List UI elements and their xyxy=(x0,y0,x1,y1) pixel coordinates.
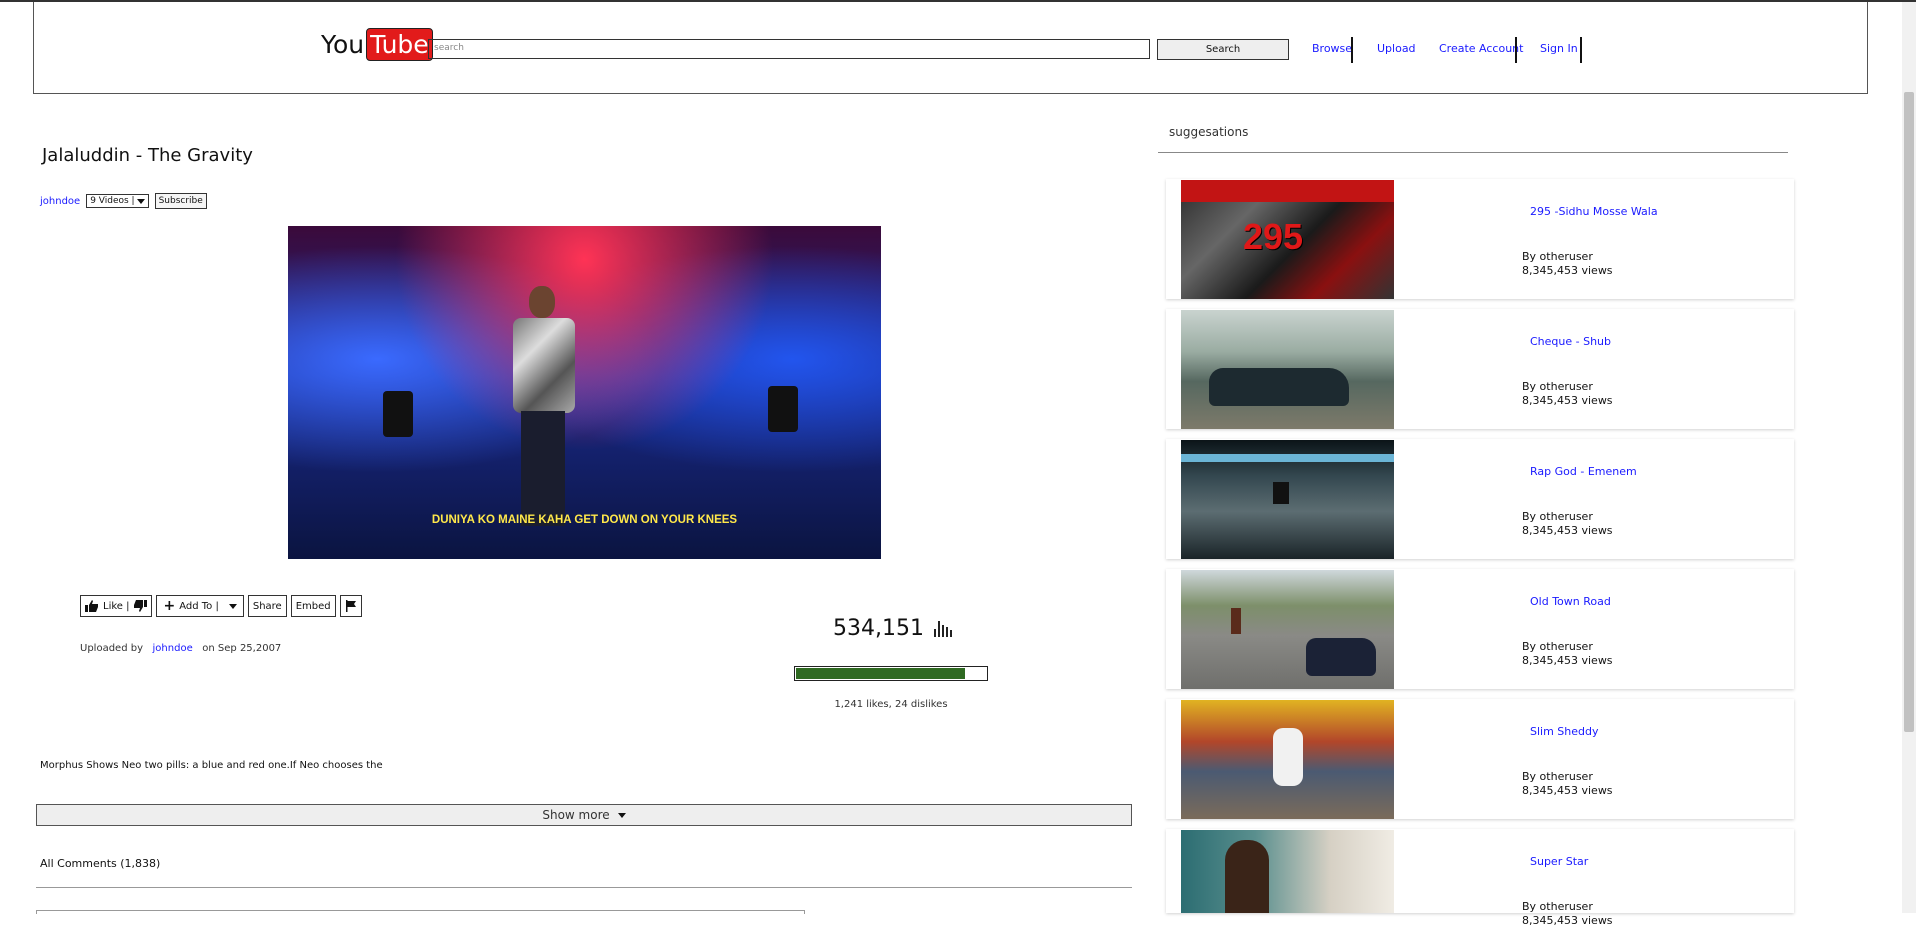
like-ratio-bar xyxy=(794,666,988,681)
suggestion-title-link[interactable]: Old Town Road xyxy=(1530,595,1611,608)
thumbs-up-icon xyxy=(85,600,98,612)
suggestion-author: By otheruser xyxy=(1522,900,1593,913)
page-scrollbar[interactable] xyxy=(1902,2,1916,913)
suggestion-meta: By otheruser 8,345,453 views xyxy=(1522,250,1613,278)
plus-icon: + xyxy=(163,598,176,614)
logo-you-text: You xyxy=(321,30,365,59)
suggestion-author: By otheruser xyxy=(1522,250,1593,263)
divider xyxy=(1158,152,1788,153)
suggestion-meta: By otheruser 8,345,453 views xyxy=(1522,900,1613,928)
suggestion-views: 8,345,453 views xyxy=(1522,914,1613,927)
site-header: You Tube search Search Browse Upload Cre… xyxy=(33,2,1868,94)
suggestion-meta: By otheruser 8,345,453 views xyxy=(1522,770,1613,798)
video-description: Morphus Shows Neo two pills: a blue and … xyxy=(40,760,383,771)
suggestion-title-link[interactable]: Slim Sheddy xyxy=(1530,725,1599,738)
chevron-down-icon[interactable] xyxy=(228,603,237,609)
video-subtitle: DUNIYA KO MAINE KAHA GET DOWN ON YOUR KN… xyxy=(431,514,738,526)
nav-browse[interactable]: Browse xyxy=(1312,42,1352,55)
divider xyxy=(36,887,1132,888)
suggestion-item[interactable]: Slim Sheddy By otheruser 8,345,453 views xyxy=(1166,699,1794,819)
uploaded-by-label: Uploaded by xyxy=(80,643,143,654)
suggestion-author: By otheruser xyxy=(1522,380,1593,393)
uploader-link[interactable]: johndoe xyxy=(153,643,193,654)
nav-separator xyxy=(1351,37,1353,63)
nav-separator xyxy=(1515,37,1517,63)
suggestion-title-link[interactable]: Cheque - Shub xyxy=(1530,335,1611,348)
video-actions: Like | + Add To | Share Embed xyxy=(80,595,362,617)
suggestion-title-link[interactable]: 295 -Sidhu Mosse Wala xyxy=(1530,205,1658,218)
suggestion-views: 8,345,453 views xyxy=(1522,654,1613,667)
suggestion-views: 8,345,453 views xyxy=(1522,394,1613,407)
channel-link[interactable]: johndoe xyxy=(40,196,80,207)
thumbnail-text: 295 xyxy=(1243,216,1304,257)
nav-separator xyxy=(1580,37,1582,63)
suggestion-views: 8,345,453 views xyxy=(1522,264,1613,277)
stats-bars-icon[interactable] xyxy=(933,620,952,637)
upload-date: on Sep 25,2007 xyxy=(202,643,282,654)
youtube-logo[interactable]: You Tube xyxy=(321,28,433,61)
like-ratio-fill xyxy=(796,668,965,679)
stage-light xyxy=(383,391,413,437)
upload-info: Uploaded by johndoe on Sep 25,2007 xyxy=(80,643,281,654)
suggestion-thumbnail[interactable] xyxy=(1181,830,1394,913)
suggestion-item[interactable]: Super Star By otheruser 8,345,453 views xyxy=(1166,829,1794,927)
view-count: 534,151 xyxy=(833,616,952,641)
channel-row: johndoe 9 Videos | Subscribe xyxy=(40,193,207,209)
videos-select[interactable]: 9 Videos | xyxy=(86,194,149,208)
nav-upload[interactable]: Upload xyxy=(1377,42,1416,55)
stage-light xyxy=(768,386,798,432)
suggestion-thumbnail[interactable] xyxy=(1181,700,1394,819)
suggestion-meta: By otheruser 8,345,453 views xyxy=(1522,640,1613,668)
suggestion-views: 8,345,453 views xyxy=(1522,784,1613,797)
suggestion-item[interactable]: Old Town Road By otheruser 8,345,453 vie… xyxy=(1166,569,1794,689)
add-to-label: Add To | xyxy=(179,600,219,612)
thumbs-down-icon[interactable] xyxy=(133,600,148,612)
view-count-value: 534,151 xyxy=(833,616,924,641)
suggestion-author: By otheruser xyxy=(1522,770,1593,783)
chevron-down-icon xyxy=(617,812,626,818)
suggestion-title-link[interactable]: Super Star xyxy=(1530,855,1588,868)
embed-button[interactable]: Embed xyxy=(290,595,336,617)
likes-dislikes-text: 1,241 likes, 24 dislikes xyxy=(834,699,948,710)
suggestion-item[interactable]: Cheque - Shub By otheruser 8,345,453 vie… xyxy=(1166,309,1794,429)
suggestion-author: By otheruser xyxy=(1522,510,1593,523)
videos-select-label: 9 Videos | xyxy=(90,196,135,206)
flag-button[interactable] xyxy=(339,595,362,617)
like-button[interactable]: Like | xyxy=(80,595,153,617)
share-button[interactable]: Share xyxy=(247,595,287,617)
suggestion-thumbnail[interactable]: 295 xyxy=(1181,180,1394,299)
suggestion-item[interactable]: 295 295 -Sidhu Mosse Wala By otheruser 8… xyxy=(1166,179,1794,299)
logo-tube-text: Tube xyxy=(366,28,433,61)
video-player[interactable]: DUNIYA KO MAINE KAHA GET DOWN ON YOUR KN… xyxy=(288,226,881,559)
nav-create-account[interactable]: Create Account xyxy=(1439,42,1523,55)
flag-icon xyxy=(345,600,356,612)
suggestion-title-link[interactable]: Rap God - Emenem xyxy=(1530,465,1637,478)
video-title: Jalaluddin - The Gravity xyxy=(42,145,253,166)
search-input[interactable]: search xyxy=(428,39,1150,59)
suggestion-meta: By otheruser 8,345,453 views xyxy=(1522,510,1613,538)
suggestion-item[interactable]: Rap God - Emenem By otheruser 8,345,453 … xyxy=(1166,439,1794,559)
suggestions-heading: suggesations xyxy=(1169,125,1249,139)
suggestion-thumbnail[interactable] xyxy=(1181,570,1394,689)
search-button[interactable]: Search xyxy=(1157,39,1289,60)
subscribe-button[interactable]: Subscribe xyxy=(154,193,207,209)
comments-heading: All Comments (1,838) xyxy=(40,857,161,870)
suggestion-meta: By otheruser 8,345,453 views xyxy=(1522,380,1613,408)
like-label: Like | xyxy=(103,600,130,612)
suggestion-thumbnail[interactable] xyxy=(1181,310,1394,429)
performer-figure xyxy=(503,286,583,536)
nav-sign-in[interactable]: Sign In xyxy=(1540,42,1578,55)
suggestion-views: 8,345,453 views xyxy=(1522,524,1613,537)
show-more-button[interactable]: Show more xyxy=(36,804,1132,826)
scrollbar-thumb[interactable] xyxy=(1904,92,1914,732)
suggestion-thumbnail[interactable] xyxy=(1181,440,1394,559)
show-more-label: Show more xyxy=(542,808,610,822)
add-to-button[interactable]: + Add To | xyxy=(156,595,244,617)
chevron-down-icon xyxy=(136,198,145,204)
suggestion-author: By otheruser xyxy=(1522,640,1593,653)
